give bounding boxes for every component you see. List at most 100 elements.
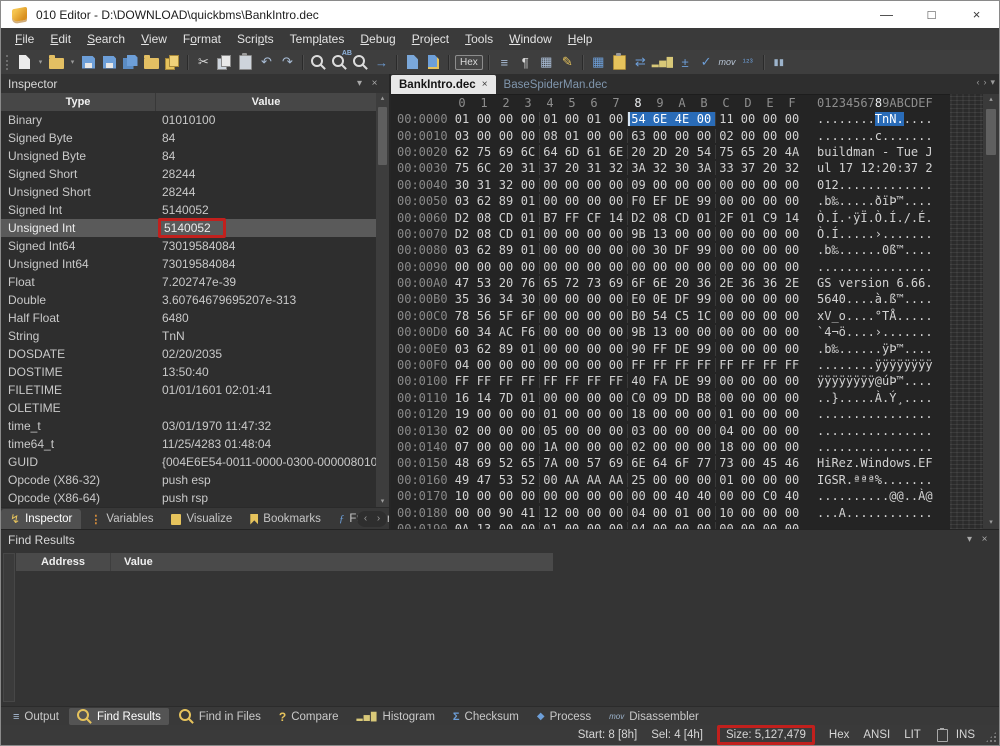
hex-byte[interactable]: 00	[737, 506, 759, 520]
hex-byte[interactable]: 01	[517, 227, 539, 241]
hex-byte[interactable]: 00	[737, 424, 759, 438]
hex-byte[interactable]: 90	[495, 506, 517, 520]
hex-byte[interactable]: 00	[605, 112, 627, 126]
hex-byte[interactable]: 00	[561, 325, 583, 339]
menu-templates[interactable]: Templates	[282, 28, 353, 50]
bottom-tab-histogram[interactable]: ▂▅█Histogram	[349, 708, 443, 725]
hex-ascii[interactable]: ........TnN.....	[817, 112, 933, 126]
inspector-close-icon[interactable]: ×	[367, 78, 382, 89]
hex-row[interactable]: 00:0150486952657A0057696E646F7773004546H…	[393, 455, 949, 471]
hex-byte[interactable]: 00	[649, 407, 671, 421]
hex-byte[interactable]: 47	[451, 276, 473, 290]
doc-tabs-menu-icon[interactable]: ▾	[990, 77, 995, 88]
hex-byte[interactable]: 00	[781, 374, 803, 388]
hex-byte[interactable]: 00	[451, 260, 473, 274]
hex-byte[interactable]: FF	[671, 358, 693, 372]
inspector-row-opcode-x86-32-[interactable]: Opcode (X86-32)push esp	[1, 471, 376, 489]
inspector-row-float[interactable]: Float7.202747e-39	[1, 273, 376, 291]
hex-byte[interactable]: 00	[495, 489, 517, 503]
hex-byte[interactable]: DE	[671, 374, 693, 388]
hex-byte[interactable]: 99	[693, 374, 715, 388]
hex-byte[interactable]: 00	[715, 309, 737, 323]
inspector-collapse-icon[interactable]: ▾	[352, 78, 367, 89]
hex-byte[interactable]: 00	[693, 178, 715, 192]
hex-byte[interactable]: D2	[451, 211, 473, 225]
inspector-row-filetime[interactable]: FILETIME01/01/1601 02:01:41	[1, 381, 376, 399]
hex-byte[interactable]: FF	[561, 374, 583, 388]
hex-byte[interactable]: FF	[649, 358, 671, 372]
hex-byte[interactable]: 32	[605, 161, 627, 175]
hex-byte[interactable]: 00	[561, 178, 583, 192]
hex-byte[interactable]: D2	[627, 211, 649, 225]
hex-byte[interactable]: 00	[539, 227, 561, 241]
hex-byte[interactable]: 09	[627, 178, 649, 192]
hex-ascii[interactable]: HiRez.Windows.EF	[817, 456, 933, 470]
hex-byte[interactable]: 0A	[451, 522, 473, 529]
status-encoding-toggle[interactable]: ANSI	[863, 729, 890, 741]
hex-byte[interactable]: 64	[539, 145, 561, 159]
hex-byte[interactable]: 3A	[693, 161, 715, 175]
hex-ascii[interactable]: .b‰.....ðïÞ™....	[817, 194, 933, 208]
inspector-row-signed-short[interactable]: Signed Short28244	[1, 165, 376, 183]
scroll-up-icon[interactable]: ▴	[376, 93, 389, 105]
hex-byte[interactable]: 14	[781, 211, 803, 225]
hex-ascii[interactable]: ................	[817, 522, 933, 529]
hex-byte[interactable]: 00	[759, 260, 781, 274]
hex-byte[interactable]: 00	[693, 129, 715, 143]
inspector-row-signed-int[interactable]: Signed Int5140052	[1, 201, 376, 219]
hex-byte[interactable]: 00	[781, 506, 803, 520]
redo-button[interactable]: ↷	[278, 52, 297, 72]
hex-byte[interactable]: FF	[627, 358, 649, 372]
hex-byte[interactable]: B7	[539, 211, 561, 225]
hex-byte[interactable]: 99	[693, 342, 715, 356]
hex-byte[interactable]: 03	[451, 194, 473, 208]
menu-edit[interactable]: Edit	[42, 28, 79, 50]
hex-byte[interactable]: 99	[693, 292, 715, 306]
hex-byte[interactable]: 7A	[539, 456, 561, 470]
inspector-row-string[interactable]: StringTnN	[1, 327, 376, 345]
hex-byte[interactable]: FF	[583, 374, 605, 388]
hex-byte[interactable]: 00	[495, 424, 517, 438]
edit-as-hex-button[interactable]: Hex	[455, 52, 483, 72]
hex-byte[interactable]: 32	[649, 161, 671, 175]
hex-byte[interactable]: 04	[627, 506, 649, 520]
hex-byte[interactable]: 31	[473, 178, 495, 192]
hex-byte[interactable]: 00	[715, 489, 737, 503]
hex-byte[interactable]: 48	[451, 456, 473, 470]
hex-byte[interactable]: 00	[649, 506, 671, 520]
menu-tools[interactable]: Tools	[457, 28, 501, 50]
hex-byte[interactable]: 01	[583, 112, 605, 126]
hex-ascii[interactable]: ........ÿÿÿÿÿÿÿÿ	[817, 358, 933, 372]
hex-byte[interactable]: D2	[451, 227, 473, 241]
inspector-row-unsigned-int64[interactable]: Unsigned Int6473019584084	[1, 255, 376, 273]
hex-row[interactable]: 00:0100FFFFFFFFFFFFFFFF40FADE9900000000ÿ…	[393, 373, 949, 389]
hex-byte[interactable]: 00	[737, 178, 759, 192]
paste-button[interactable]	[236, 52, 255, 72]
hex-byte[interactable]: 20	[561, 161, 583, 175]
disassembler-tool-button[interactable]: mov	[718, 52, 737, 72]
hex-byte[interactable]: 00	[539, 292, 561, 306]
hex-byte[interactable]: 00	[781, 194, 803, 208]
hex-byte[interactable]: 65	[517, 456, 539, 470]
hex-byte[interactable]: 00	[473, 358, 495, 372]
hex-byte[interactable]: 01	[517, 342, 539, 356]
hex-byte[interactable]: 00	[759, 309, 781, 323]
hex-byte[interactable]: 00	[583, 358, 605, 372]
hex-byte[interactable]: 00	[693, 227, 715, 241]
hex-byte[interactable]: 19	[451, 407, 473, 421]
hex-byte[interactable]: 00	[561, 260, 583, 274]
hex-byte[interactable]: 00	[605, 194, 627, 208]
hex-byte[interactable]: CD	[495, 211, 517, 225]
hex-row[interactable]: 00:00206275696C646D616E202D20547565204Ab…	[393, 144, 949, 160]
hex-byte[interactable]: 00	[473, 129, 495, 143]
hex-byte[interactable]: 00	[561, 243, 583, 257]
hex-byte[interactable]: 03	[451, 129, 473, 143]
hex-ascii[interactable]: ................	[817, 407, 933, 421]
linked-files-button[interactable]: ≡	[495, 52, 514, 72]
hex-byte[interactable]: 00	[539, 194, 561, 208]
hex-byte[interactable]: 00	[737, 112, 759, 126]
hex-byte[interactable]: 00	[759, 325, 781, 339]
inspector-scrollbar[interactable]: ▴ ▾	[376, 93, 389, 508]
hex-byte[interactable]: 00	[473, 489, 495, 503]
bottom-tab-process[interactable]: ◆Process	[529, 708, 599, 725]
